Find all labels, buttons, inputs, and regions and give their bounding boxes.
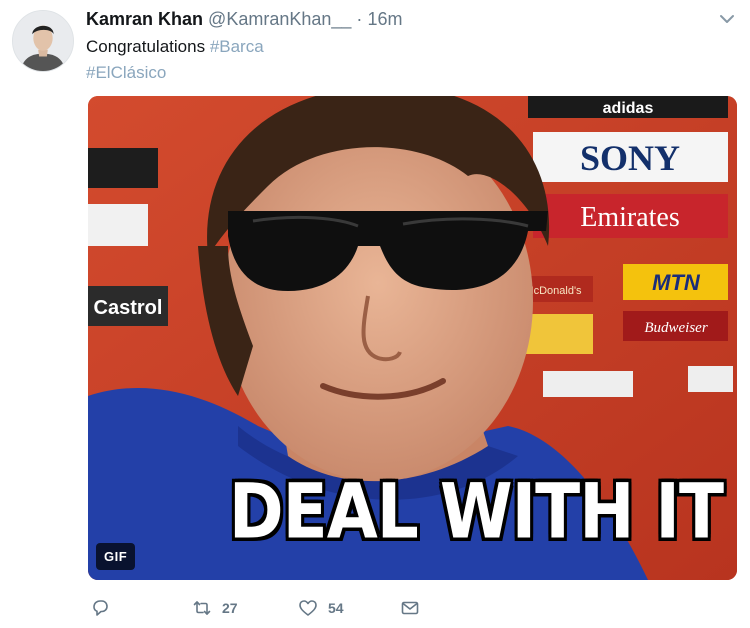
envelope-icon (401, 601, 419, 615)
separator-dot: · (356, 9, 363, 29)
gif-caption: DEAL WITH IT (228, 467, 724, 556)
avatar[interactable] (12, 10, 74, 72)
tweet-header: Kamran Khan @KamranKhan__ · 16m (86, 8, 402, 30)
tweet-text-main: Congratulations (86, 37, 206, 56)
chevron-down-icon[interactable] (718, 10, 736, 28)
sponsor-board-castrol: Castrol (94, 297, 163, 319)
retweet-button[interactable]: 27 (192, 598, 238, 618)
sponsor-board-mtn: MTN (652, 270, 701, 295)
reply-icon (93, 600, 108, 616)
like-count: 54 (328, 600, 344, 616)
timestamp[interactable]: 16m (367, 9, 402, 29)
sponsor-board-adidas: adidas (603, 100, 654, 117)
reply-button[interactable] (90, 598, 110, 618)
gif-media[interactable]: adidas SONY Emirates MTN Budweiser Castr… (88, 96, 737, 580)
retweet-count: 27 (222, 600, 238, 616)
gif-badge: GIF (96, 543, 136, 570)
sponsor-board-sony: SONY (580, 138, 680, 178)
sponsor-board-emirates: Emirates (580, 202, 680, 233)
author-name[interactable]: Kamran Khan (86, 9, 203, 29)
sponsor-board-mcdonalds: McDonald's (524, 285, 582, 297)
tweet-actions: 27 54 (88, 598, 728, 624)
hashtag-barca[interactable]: #Barca (210, 37, 264, 56)
tweet-text: Congratulations #Barca #ElClásico (86, 34, 264, 86)
retweet-icon (193, 601, 211, 615)
heart-icon (299, 600, 317, 616)
avatar-image (13, 11, 73, 71)
like-button[interactable]: 54 (298, 598, 344, 618)
sponsor-board-budweiser: Budweiser (644, 320, 707, 336)
hashtag-elclasico[interactable]: #ElClásico (86, 63, 166, 82)
direct-message-button[interactable] (400, 598, 420, 618)
author-handle[interactable]: @KamranKhan__ (208, 9, 351, 29)
